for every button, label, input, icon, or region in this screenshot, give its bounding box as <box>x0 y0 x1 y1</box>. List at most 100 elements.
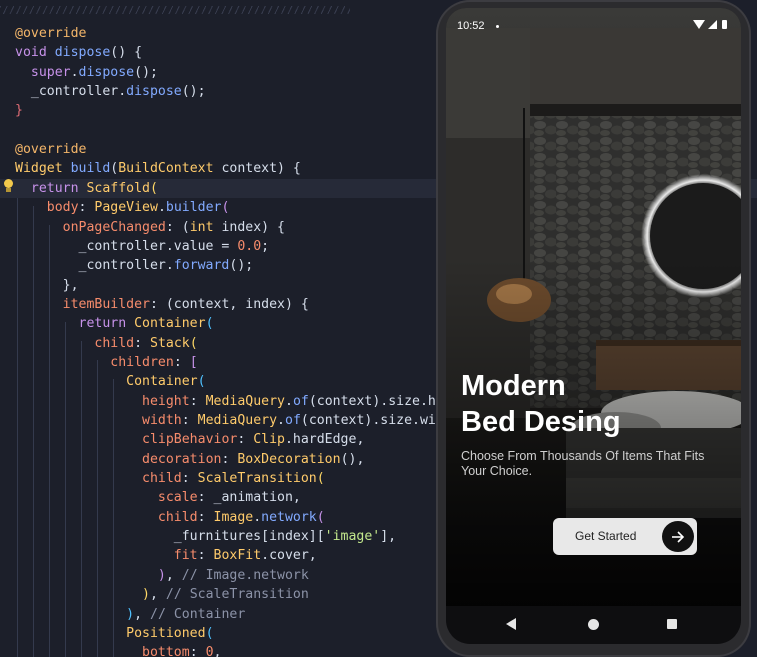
code-token: ( <box>189 335 198 351</box>
code-token: clipBehavior <box>142 432 238 448</box>
code-token: child <box>94 335 135 351</box>
code-token: : <box>189 645 206 657</box>
code-line[interactable]: width: MediaQuery.of(context).size.wi <box>0 411 436 430</box>
code-token: dispose <box>54 45 111 61</box>
code-line[interactable]: ), // Image.network <box>0 566 309 585</box>
code-token: return <box>78 316 135 332</box>
code-line[interactable]: height: MediaQuery.of(context).size.h <box>0 392 436 411</box>
code-token: dispose <box>78 64 135 80</box>
code-token: Scaffold <box>86 180 150 196</box>
code-token: _controller.value = <box>15 238 238 254</box>
get-started-button[interactable]: Get Started <box>553 518 697 555</box>
code-line[interactable]: void dispose() { <box>0 43 142 62</box>
android-nav-bar <box>446 606 741 644</box>
code-token: ( <box>205 625 214 641</box>
code-line[interactable]: child: Stack( <box>0 334 198 353</box>
code-token: (); <box>229 258 254 274</box>
code-line[interactable]: child: Image.network( <box>0 508 325 527</box>
code-token: , <box>165 567 182 583</box>
signal-icon <box>708 20 717 29</box>
code-line[interactable]: Container( <box>0 372 205 391</box>
code-token: (); <box>181 84 206 100</box>
hero-subtitle: Choose From Thousands Of Items That Fits… <box>461 449 705 478</box>
code-token: of <box>292 393 309 409</box>
code-token: _controller. <box>15 258 174 274</box>
code-line[interactable]: ), // Container <box>0 605 245 624</box>
code-token: fit <box>173 548 198 564</box>
app-screen: 10:52 Modern Bed Desing Choose From Thou… <box>446 8 741 606</box>
code-token: [ <box>189 354 198 370</box>
code-line[interactable]: child: ScaleTransition( <box>0 469 325 488</box>
code-line[interactable]: } <box>0 101 23 120</box>
code-token: : <box>237 432 254 448</box>
code-token: ScaleTransition <box>197 471 317 487</box>
code-line[interactable]: Positioned( <box>0 624 214 643</box>
code-line[interactable]: _controller.dispose(); <box>0 82 206 101</box>
code-line[interactable]: scale: _animation, <box>0 488 301 507</box>
lightbulb-icon[interactable] <box>3 179 13 193</box>
home-icon[interactable] <box>588 619 599 630</box>
code-token: network <box>261 509 317 525</box>
code-line[interactable]: clipBehavior: Clip.hardEdge, <box>0 430 364 449</box>
code-token: . <box>70 64 79 80</box>
code-token: // Container <box>150 606 246 622</box>
code-token: Container <box>126 374 198 390</box>
code-line[interactable]: @override <box>0 140 86 159</box>
code-line[interactable]: _furnitures[index]['image'], <box>0 527 396 546</box>
code-token: dispose <box>126 84 182 100</box>
arrow-right-icon[interactable] <box>662 521 694 552</box>
code-token: ( <box>221 200 230 216</box>
code-line[interactable]: decoration: BoxDecoration(), <box>0 450 364 469</box>
code-token: // Image.network <box>181 567 309 583</box>
code-line[interactable] <box>0 121 15 140</box>
code-token: (), <box>340 451 365 467</box>
battery-icon <box>722 20 727 29</box>
code-token: BuildContext <box>118 161 222 177</box>
code-token: decoration <box>142 451 222 467</box>
recents-icon[interactable] <box>667 619 677 629</box>
code-line[interactable]: @override <box>0 24 86 43</box>
code-token: of <box>285 413 301 428</box>
code-line[interactable]: _controller.value = 0.0; <box>0 237 270 256</box>
code-token: ; <box>261 238 270 254</box>
code-line[interactable]: onPageChanged: (int index) { <box>0 218 285 237</box>
code-token: void <box>15 45 55 61</box>
wifi-icon <box>693 20 705 29</box>
code-line[interactable]: children: [ <box>0 353 198 372</box>
editor-top-fade <box>0 0 350 18</box>
code-token: @override <box>15 26 87 41</box>
code-token: : _animation, <box>197 490 301 506</box>
code-line[interactable]: Widget build(BuildContext context) { <box>0 159 301 178</box>
get-started-label: Get Started <box>575 529 637 543</box>
code-token: } <box>15 103 23 119</box>
code-token: . <box>284 393 293 409</box>
code-line[interactable]: return Container( <box>0 314 214 333</box>
back-icon[interactable] <box>506 618 516 630</box>
code-line[interactable]: body: PageView.builder( <box>0 198 230 217</box>
code-token: 'image' <box>324 529 381 545</box>
code-token: super <box>30 64 71 80</box>
code-line[interactable]: itemBuilder: (context, index) { <box>0 295 309 314</box>
code-line[interactable]: super.dispose(); <box>0 63 158 82</box>
code-line[interactable]: }, <box>0 276 79 295</box>
code-line[interactable]: ), // ScaleTransition <box>0 585 309 604</box>
code-token: scale <box>157 490 198 506</box>
code-token: PageView <box>94 200 158 216</box>
code-token: Stack <box>150 335 190 351</box>
hero-title-line-1: Modern <box>461 370 566 402</box>
code-line[interactable]: fit: BoxFit.cover, <box>0 546 317 565</box>
code-token: width <box>142 413 182 428</box>
code-line[interactable]: _controller.forward(); <box>0 256 254 275</box>
code-line[interactable]: bottom: 0, <box>0 643 221 657</box>
code-token: MediaQuery <box>197 413 278 428</box>
